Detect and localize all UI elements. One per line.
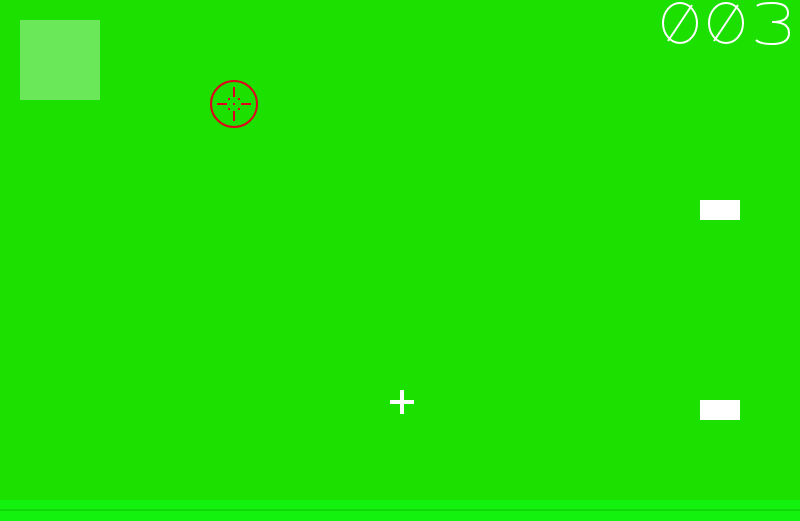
plus-cursor-icon — [390, 390, 414, 414]
score-digit: 0 — [662, 2, 698, 44]
score-digit: 3 — [755, 1, 791, 46]
score-digit: 0 — [708, 2, 744, 44]
crosshair-target-icon[interactable] — [209, 79, 259, 129]
score-display: 0 0 3 — [660, 0, 792, 48]
grey-square-block[interactable] — [20, 20, 100, 100]
floor-line — [0, 509, 800, 511]
white-paddle-bottom[interactable] — [700, 400, 740, 420]
white-paddle-top[interactable] — [700, 200, 740, 220]
game-canvas[interactable]: 0 0 3 — [0, 0, 800, 521]
